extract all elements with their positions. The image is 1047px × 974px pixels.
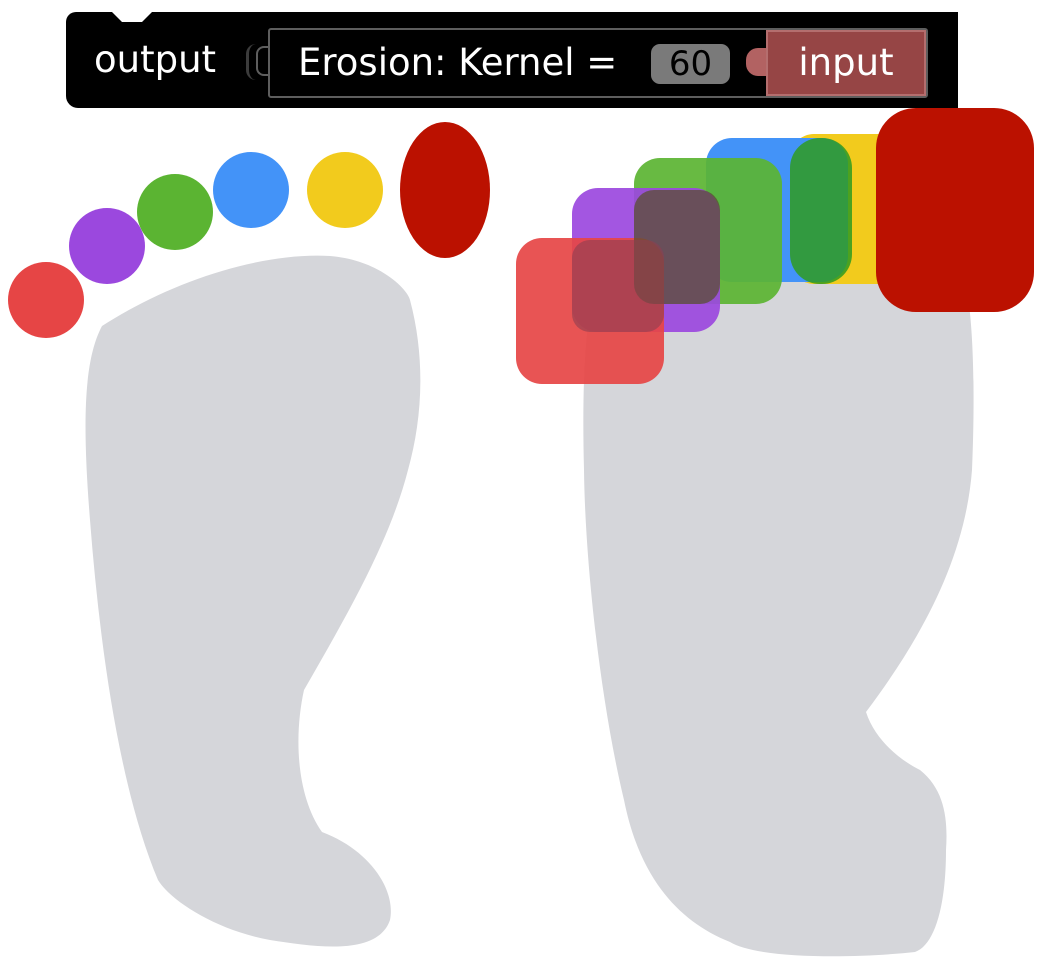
right-toe-big (876, 108, 1034, 312)
right-toe-overlap-mid (572, 240, 664, 332)
eroded-footprint-icon (516, 108, 1034, 957)
right-toe-green-tall (790, 138, 852, 284)
